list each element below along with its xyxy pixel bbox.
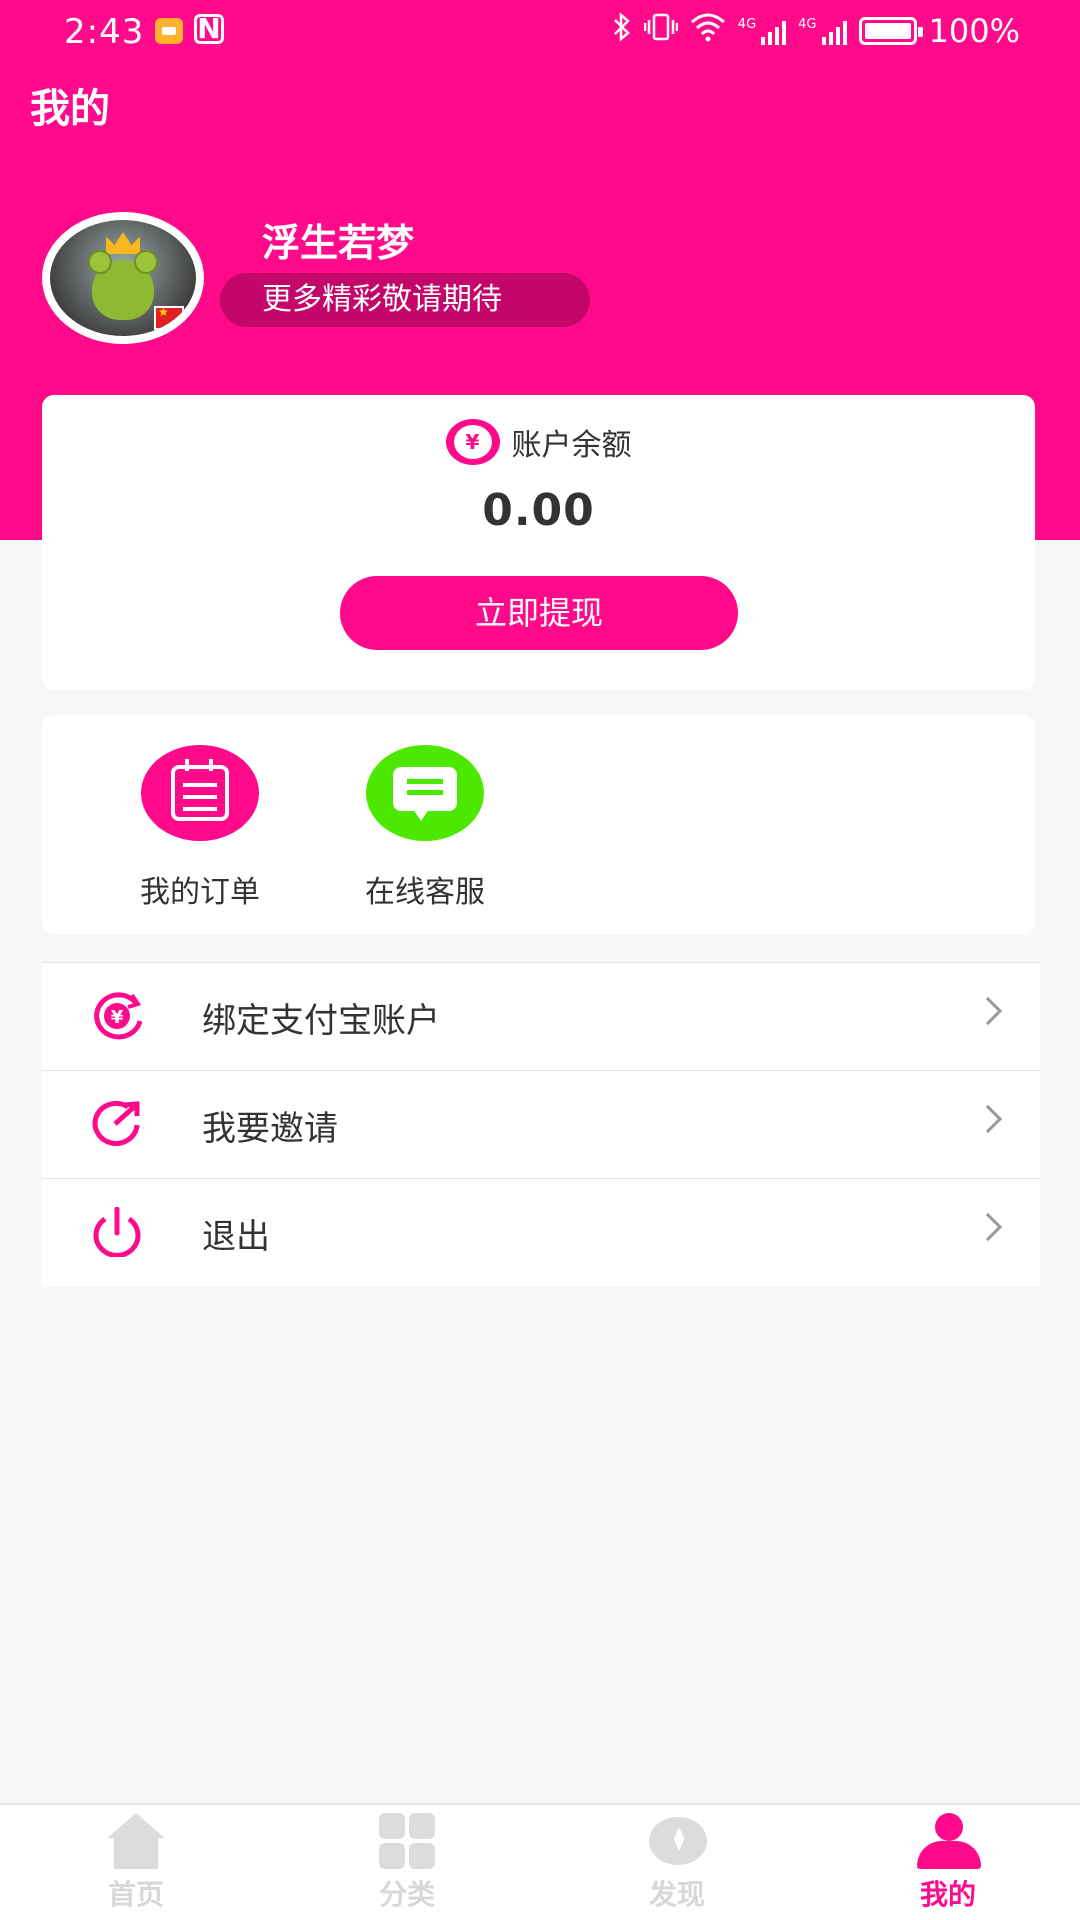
yen-refresh-icon: ¥ [88, 991, 143, 1041]
clipboard-icon [141, 745, 259, 841]
menu-item-logout[interactable]: 退出 [42, 1179, 1040, 1287]
withdraw-button[interactable]: 立即提现 [340, 576, 738, 650]
power-icon [88, 1206, 142, 1258]
chevron-right-icon [973, 1104, 1003, 1134]
tab-label: 我的 [919, 1878, 976, 1911]
menu-item-invite[interactable]: 我要邀请 [42, 1071, 1040, 1179]
signal-4g-icon: 4G [738, 17, 787, 45]
avatar-image [50, 220, 196, 336]
tab-mine[interactable]: 我的 [878, 1813, 1018, 1913]
tab-label: 首页 [107, 1878, 164, 1911]
menu-label: 绑定支付宝账户 [202, 1001, 440, 1041]
menu-label: 我要邀请 [202, 1109, 338, 1149]
signal-4g-icon-2: 4G [798, 17, 847, 45]
notification-app-icon [155, 18, 183, 44]
compass-icon [644, 1813, 710, 1869]
status-time: 2:43 [64, 12, 145, 52]
svg-text:¥: ¥ [111, 1007, 124, 1028]
avatar[interactable] [42, 212, 204, 344]
balance-header: ¥ 账户余额 [42, 419, 1035, 465]
vibrate-icon [643, 12, 679, 50]
settings-menu: ¥ 绑定支付宝账户 我要邀请 退出 [42, 962, 1040, 1287]
wifi-icon [690, 12, 726, 50]
status-icons: 4G 4G 100% [612, 12, 1020, 50]
battery-percent: 100% [928, 12, 1020, 50]
tab-category[interactable]: 分类 [337, 1813, 477, 1913]
tagline-badge: 更多精彩敬请期待 [220, 273, 590, 327]
menu-item-bind-alipay[interactable]: ¥ 绑定支付宝账户 [42, 963, 1040, 1071]
tab-label: 分类 [378, 1878, 435, 1911]
nfc-icon: N [194, 14, 224, 44]
shortcut-card: 我的订单 在线客服 [42, 715, 1035, 935]
tab-discover[interactable]: 发现 [607, 1813, 747, 1913]
bottom-tab-bar: 首页 分类 发现 我的 [0, 1803, 1080, 1920]
chat-bubble-icon [366, 745, 484, 841]
menu-label: 退出 [202, 1217, 270, 1257]
shortcut-my-orders[interactable]: 我的订单 [115, 745, 285, 911]
username: 浮生若梦 [262, 221, 415, 265]
tab-label: 发现 [648, 1878, 705, 1911]
balance-value: 0.00 [482, 485, 595, 536]
battery-icon [858, 17, 923, 45]
share-icon [88, 1099, 142, 1149]
user-icon [915, 1813, 981, 1869]
balance-card: ¥ 账户余额 0.00 立即提现 [42, 395, 1035, 690]
shortcut-customer-service[interactable]: 在线客服 [340, 745, 510, 911]
status-bar: 2:43 N 4G 4G 100% [0, 0, 1080, 66]
flag-icon [154, 305, 184, 330]
bluetooth-icon [612, 12, 632, 50]
grid-icon [374, 1813, 440, 1869]
yen-icon: ¥ [445, 419, 500, 465]
chevron-right-icon [973, 996, 1003, 1026]
balance-label: 账户余额 [511, 428, 632, 463]
page-title: 我的 [30, 86, 110, 132]
shortcut-label: 我的订单 [140, 875, 260, 910]
tab-home[interactable]: 首页 [66, 1813, 206, 1913]
shortcut-label: 在线客服 [365, 875, 485, 910]
chevron-right-icon [973, 1212, 1003, 1242]
home-icon [103, 1813, 169, 1869]
